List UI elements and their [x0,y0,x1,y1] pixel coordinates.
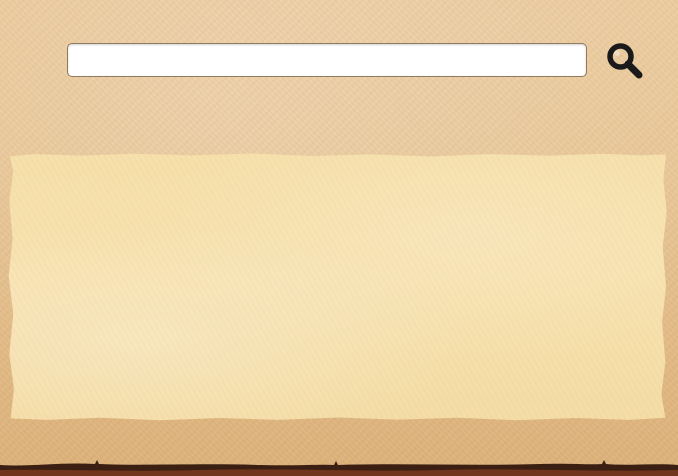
search-input[interactable] [67,43,587,77]
decorative-bottom-border [0,460,678,476]
magnifier-icon [607,43,643,79]
app-window [0,0,678,476]
results-panel [8,153,667,421]
search-button[interactable] [604,40,646,82]
search-bar [0,0,678,140]
